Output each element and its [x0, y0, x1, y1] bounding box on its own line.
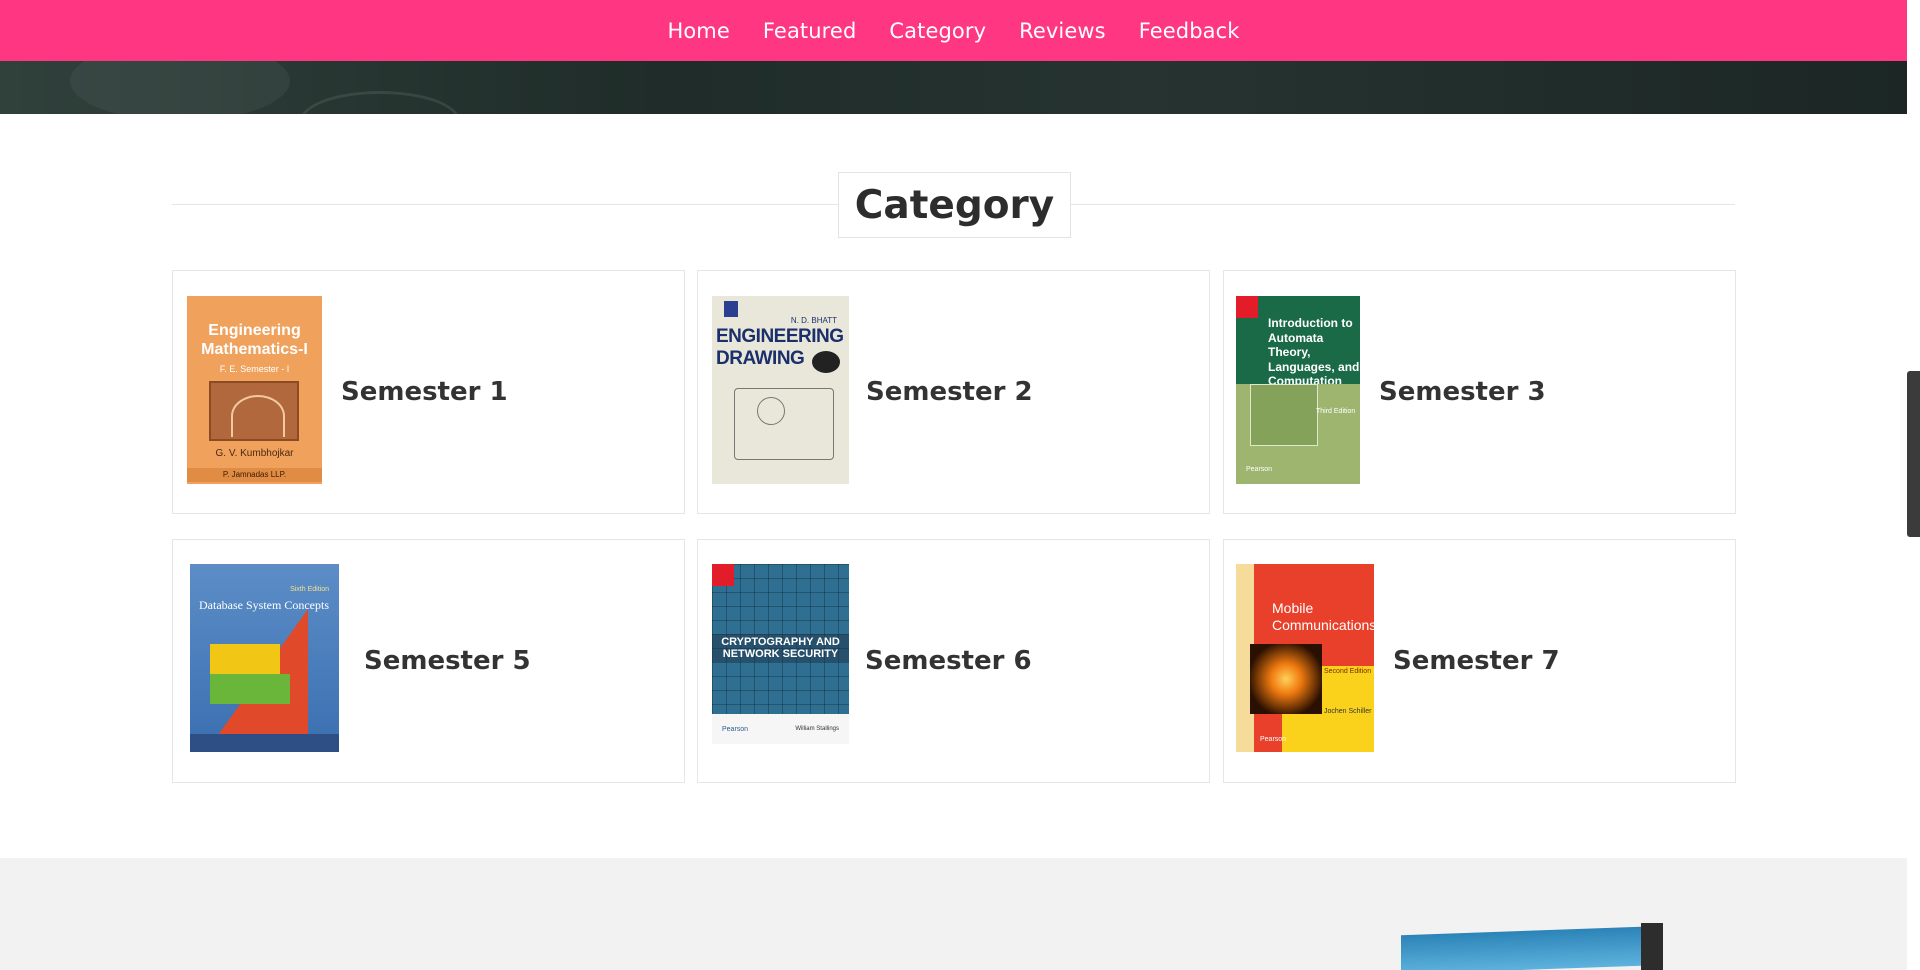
cover-title: Engineering Mathematics-I [201, 322, 308, 358]
category-card-semester-3[interactable]: Introduction to Automata Theory, Languag… [1223, 270, 1736, 514]
cover-illustration [209, 381, 299, 441]
nav-featured-link[interactable]: Featured [763, 19, 857, 43]
cover-author: N. D. BHATT [790, 316, 837, 325]
cover-publisher: Pearson [722, 726, 749, 733]
cover-publisher: Pearson [1260, 736, 1287, 743]
book-cover-image: Engineering Mathematics-I F. E. Semester… [187, 296, 322, 484]
nav-reviews-link[interactable]: Reviews [1019, 19, 1106, 43]
cover-illustration [734, 388, 834, 460]
nav-home-link[interactable]: Home [667, 19, 729, 43]
cover-footer [190, 734, 339, 752]
book-cover-image: Mobile Communications Second Edition Joc… [1236, 564, 1374, 752]
cover-illustration [1250, 384, 1318, 446]
book-cover-image: CRYPTOGRAPHY AND NETWORK SECURITY Pearso… [712, 564, 849, 744]
cover-illustration [1250, 644, 1322, 714]
cover-author: Jochen Schiller [1324, 708, 1372, 715]
category-card-semester-2[interactable]: N. D. BHATT ENGINEERING DRAWING Semester… [697, 270, 1210, 514]
cover-title: Mobile Communications [1272, 600, 1374, 633]
hero-decoration [300, 91, 460, 114]
cover-publisher: Pearson [1246, 466, 1273, 473]
cover-edition: Second Edition [1324, 668, 1372, 675]
cover-illustration-band [210, 674, 290, 704]
hero-decoration [70, 61, 290, 114]
top-nav: Home Featured Category Reviews Feedback [0, 0, 1907, 61]
promo-book-image [1401, 923, 1695, 970]
cover-badge [812, 351, 840, 373]
cover-author: G. V. Kumbhojkar [215, 448, 294, 459]
book-cover-image: Sixth Edition Database System Concepts [190, 564, 339, 752]
cover-corner-ribbon [1236, 296, 1258, 318]
cover-author: William Stallings [795, 726, 839, 732]
cover-illustration-band [210, 644, 280, 674]
category-card-label: Semester 2 [866, 377, 1033, 407]
cover-title: Database System Concepts [199, 598, 329, 612]
cover-title: Introduction to Automata Theory, Languag… [1268, 316, 1360, 388]
publisher-logo-icon [724, 301, 738, 317]
cover-edition: Sixth Edition [290, 586, 329, 593]
scrollbar-thumb[interactable] [1907, 371, 1920, 537]
category-heading: Category [838, 172, 1071, 238]
cover-publisher: P. Jamnadas LLP. [222, 470, 287, 479]
category-card-label: Semester 3 [1379, 377, 1546, 407]
cover-title: CRYPTOGRAPHY AND NETWORK SECURITY [712, 634, 849, 662]
promo-book-spine [1641, 923, 1663, 970]
promo-book-face [1401, 926, 1641, 970]
category-card-semester-6[interactable]: CRYPTOGRAPHY AND NETWORK SECURITY Pearso… [697, 539, 1210, 783]
cover-corner-ribbon [712, 564, 734, 586]
category-card-label: Semester 1 [341, 377, 508, 407]
nav-category-link[interactable]: Category [889, 19, 986, 43]
category-card-semester-1[interactable]: Engineering Mathematics-I F. E. Semester… [172, 270, 685, 514]
hero-banner-bottom [0, 61, 1907, 114]
nav-feedback-link[interactable]: Feedback [1139, 19, 1240, 43]
category-card-label: Semester 6 [865, 646, 1032, 676]
category-card-label: Semester 5 [364, 646, 531, 676]
category-card-semester-5[interactable]: Sixth Edition Database System Concepts S… [172, 539, 685, 783]
cover-edition: Third Edition [1316, 408, 1356, 415]
category-heading-wrap: Category [172, 172, 1735, 238]
category-card-label: Semester 7 [1393, 646, 1560, 676]
book-cover-image: N. D. BHATT ENGINEERING DRAWING [712, 296, 849, 484]
cover-subtitle: F. E. Semester - I [219, 364, 290, 374]
category-card-semester-7[interactable]: Mobile Communications Second Edition Joc… [1223, 539, 1736, 783]
book-cover-image: Introduction to Automata Theory, Languag… [1236, 296, 1360, 484]
cover-publisher-band: P. Jamnadas LLP. [187, 468, 322, 482]
